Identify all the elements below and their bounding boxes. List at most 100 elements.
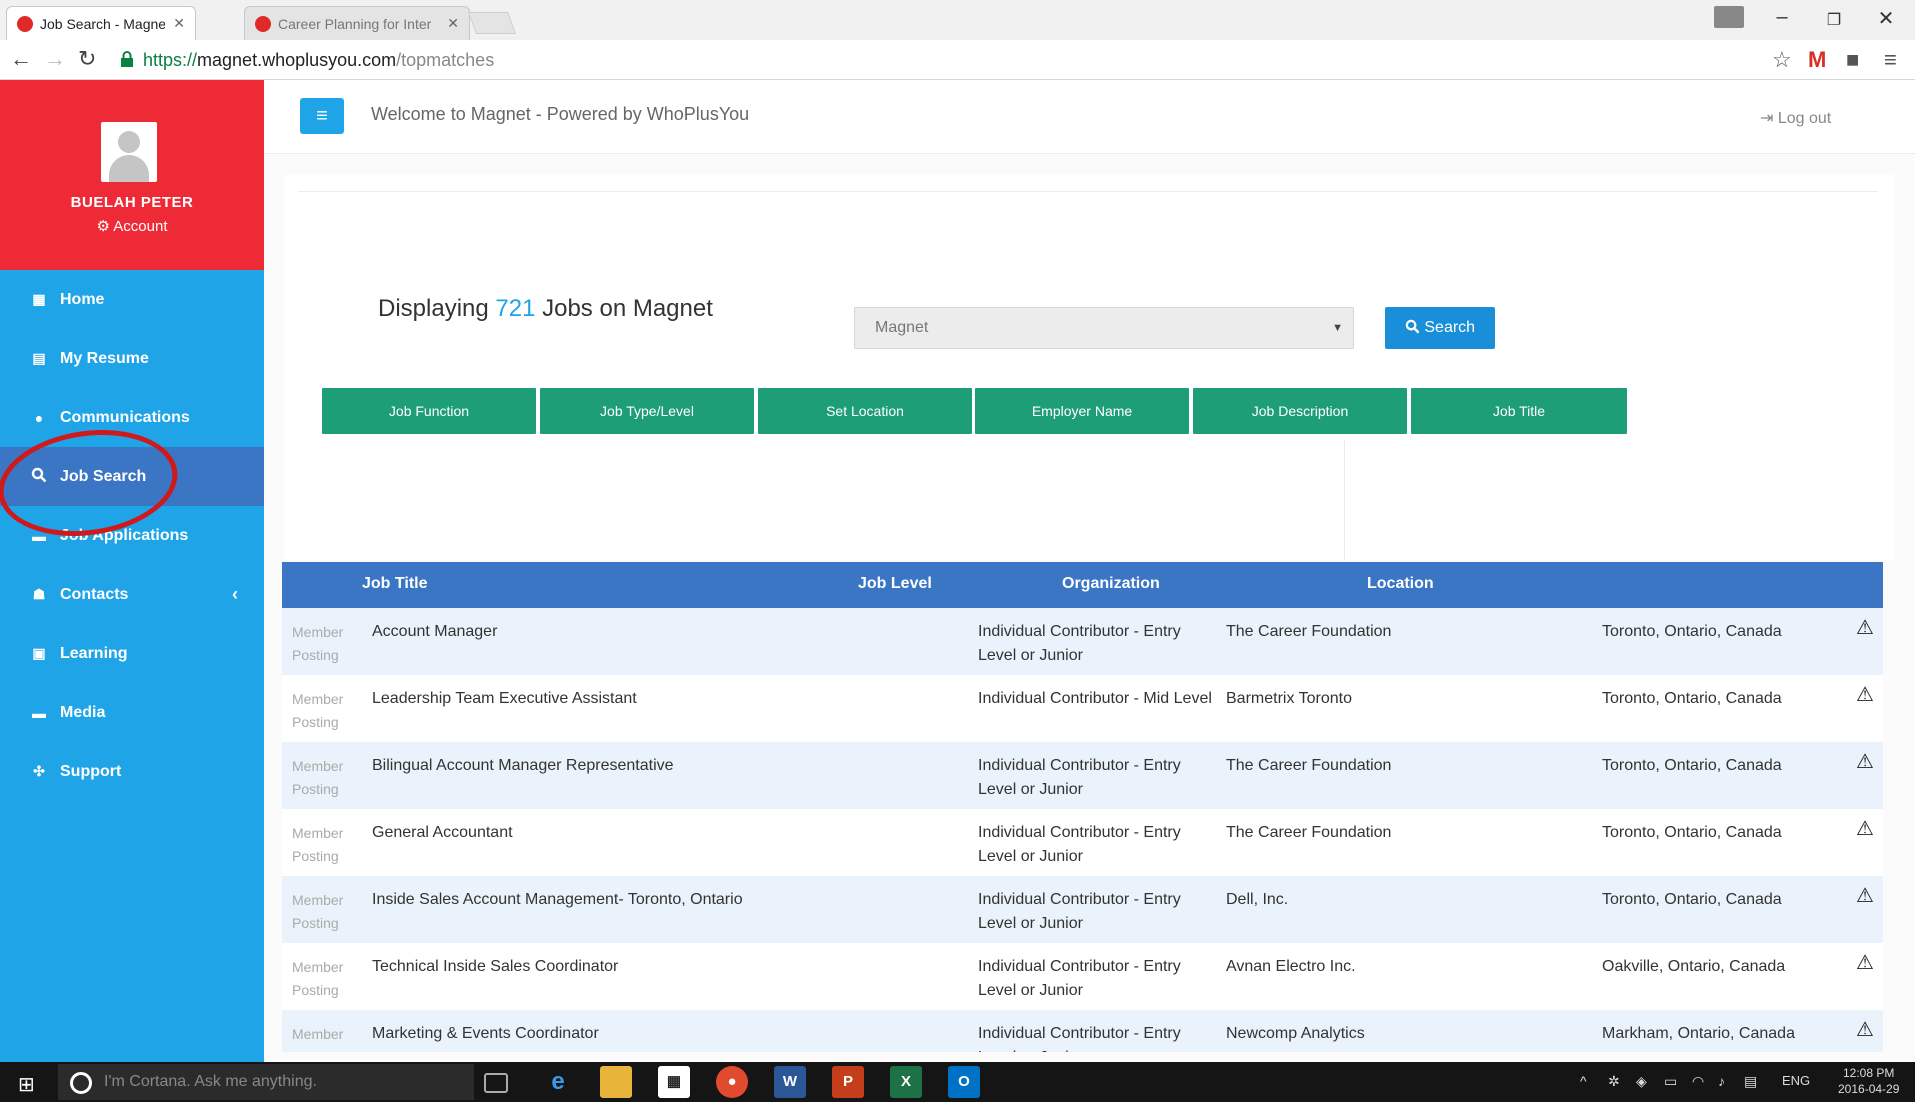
job-title[interactable]: General Accountant — [372, 821, 962, 845]
chrome-icon[interactable]: ● — [716, 1066, 748, 1098]
job-title[interactable]: Inside Sales Account Management- Toronto… — [372, 888, 962, 912]
powerpoint-icon[interactable]: P — [832, 1066, 864, 1098]
table-row[interactable]: Member Posting Technical Inside Sales Co… — [282, 943, 1883, 1010]
account-link[interactable]: ⚙ Account — [0, 217, 264, 235]
sidebar-item-media[interactable]: ▬ Media — [0, 683, 264, 742]
location: Toronto, Ontario, Canada — [1602, 690, 1782, 707]
warning-icon[interactable]: ⚠ — [1856, 683, 1878, 707]
column-header-job-title[interactable]: Job Title — [362, 575, 428, 593]
file-explorer-icon[interactable] — [600, 1066, 632, 1098]
filter-job-description-button[interactable]: Job Description — [1193, 388, 1407, 434]
sidebar-item-home[interactable]: ▦ Home — [0, 270, 264, 329]
filter-set-location-button[interactable]: Set Location — [758, 388, 972, 434]
posting-source: Member Posting — [292, 691, 344, 730]
magnet-favicon-icon — [17, 15, 33, 32]
job-title[interactable]: Marketing & Events Coordinator — [372, 1022, 962, 1046]
language-indicator[interactable]: ENG — [1782, 1073, 1810, 1088]
sync-icon[interactable]: ✲ — [1608, 1073, 1620, 1090]
task-view-icon[interactable] — [484, 1073, 508, 1093]
table-row[interactable]: Member Posting General Accountant Indivi… — [282, 809, 1883, 876]
clock[interactable]: 12:08 PM 2016-04-29 — [1838, 1065, 1899, 1097]
back-icon[interactable]: ← — [10, 46, 32, 72]
reload-icon[interactable]: ↻ — [78, 46, 96, 72]
sidebar-item-my-resume[interactable]: ▤ My Resume — [0, 329, 264, 388]
job-title[interactable]: Technical Inside Sales Coordinator — [372, 955, 962, 979]
battery-icon[interactable]: ▭ — [1664, 1073, 1677, 1090]
store-icon[interactable]: ▦ — [658, 1066, 690, 1098]
table-row[interactable]: Member Posting Account Manager Individua… — [282, 608, 1883, 675]
warning-icon[interactable]: ⚠ — [1856, 817, 1878, 841]
menu-toggle-button[interactable]: ≡ — [300, 98, 344, 134]
chevron-left-icon[interactable]: ‹ — [232, 584, 238, 605]
warning-icon[interactable]: ⚠ — [1856, 616, 1878, 640]
word-icon[interactable]: W — [774, 1066, 806, 1098]
organization: The Career Foundation — [1226, 824, 1392, 841]
support-icon: ✣ — [33, 763, 45, 779]
browser-tab-inactive[interactable]: Career Planning for Inter ✕ — [244, 6, 470, 40]
windows-start-icon[interactable]: ⊞ — [18, 1072, 35, 1097]
warning-icon[interactable]: ⚠ — [1856, 1018, 1878, 1042]
url-field[interactable]: https://magnet.whoplusyou.com/topmatches — [143, 50, 494, 71]
posting-source: Member Posting — [292, 758, 344, 797]
job-title[interactable]: Leadership Team Executive Assistant — [372, 687, 962, 711]
divider — [1344, 440, 1345, 560]
sidebar-item-communications[interactable]: ● Communications — [0, 388, 264, 447]
column-header-job-level[interactable]: Job Level — [858, 575, 932, 593]
profile-icon[interactable] — [1714, 6, 1744, 28]
column-header-organization[interactable]: Organization — [1062, 575, 1160, 593]
action-center-icon[interactable]: ▤ — [1744, 1073, 1757, 1090]
network-icon[interactable]: ◈ — [1636, 1073, 1647, 1090]
new-tab-button[interactable] — [467, 12, 517, 34]
divider — [298, 191, 1878, 192]
user-name: BUELAH PETER — [70, 194, 194, 211]
search-button[interactable]: Search — [1385, 307, 1495, 349]
wifi-icon[interactable]: ◠ — [1692, 1073, 1704, 1090]
job-source-select[interactable]: Magnet ▼ — [854, 307, 1354, 349]
table-row[interactable]: Member Posting Inside Sales Account Mana… — [282, 876, 1883, 943]
volume-icon[interactable]: ♪ — [1718, 1073, 1725, 1089]
close-tab-icon[interactable]: ✕ — [447, 15, 459, 32]
minimize-icon[interactable]: – — [1762, 6, 1802, 29]
forward-icon[interactable]: → — [44, 46, 66, 72]
sidebar-item-label: Support — [60, 762, 122, 780]
gmail-extension-icon[interactable]: M — [1808, 47, 1826, 73]
search-label: Search — [1424, 319, 1476, 336]
sidebar-item-job-search[interactable]: Job Search — [0, 447, 264, 506]
close-tab-icon[interactable]: ✕ — [173, 15, 185, 32]
warning-icon[interactable]: ⚠ — [1856, 951, 1878, 975]
table-header: Job Title Job Level Organization Locatio… — [282, 562, 1883, 608]
outlook-icon[interactable]: O — [948, 1066, 980, 1098]
bookmark-star-icon[interactable]: ☆ — [1772, 47, 1792, 73]
sidebar-item-contacts[interactable]: ☗ Contacts ‹ — [0, 565, 264, 624]
url-host: magnet.whoplusyou.com — [197, 50, 397, 70]
restore-icon[interactable]: ❐ — [1814, 10, 1854, 30]
excel-icon[interactable]: X — [890, 1066, 922, 1098]
warning-icon[interactable]: ⚠ — [1856, 750, 1878, 774]
sidebar-item-learning[interactable]: ▣ Learning — [0, 624, 264, 683]
edge-icon[interactable]: e — [542, 1066, 574, 1098]
extension-icon[interactable]: ■ — [1846, 47, 1859, 73]
avatar[interactable] — [101, 122, 157, 182]
logout-link[interactable]: ⇥ Log out — [1760, 108, 1831, 128]
close-window-icon[interactable]: ✕ — [1866, 6, 1906, 31]
show-hidden-icons-icon[interactable]: ^ — [1580, 1073, 1587, 1089]
table-row[interactable]: Member Posting Bilingual Account Manager… — [282, 742, 1883, 809]
location: Oakville, Ontario, Canada — [1602, 958, 1786, 975]
browser-tab-active[interactable]: Job Search - Magnet - Wi ✕ — [6, 6, 196, 40]
table-row[interactable]: Member Posting Marketing & Events Coordi… — [282, 1010, 1883, 1052]
sidebar-item-job-applications[interactable]: ▬ Job Applications — [0, 506, 264, 565]
job-title[interactable]: Account Manager — [372, 620, 962, 644]
column-header-location[interactable]: Location — [1367, 575, 1434, 593]
filter-job-title-button[interactable]: Job Title — [1411, 388, 1627, 434]
warning-icon[interactable]: ⚠ — [1856, 884, 1878, 908]
chrome-menu-icon[interactable]: ≡ — [1884, 47, 1897, 73]
job-level: Individual Contributor - Mid Level — [978, 690, 1212, 707]
cortana-placeholder: I'm Cortana. Ask me anything. — [104, 1073, 317, 1090]
table-row[interactable]: Member Posting Leadership Team Executive… — [282, 675, 1883, 742]
filter-job-type-level-button[interactable]: Job Type/Level — [540, 388, 754, 434]
user-profile: BUELAH PETER ⚙ Account — [0, 80, 264, 270]
filter-job-function-button[interactable]: Job Function — [322, 388, 536, 434]
sidebar-item-support[interactable]: ✣ Support — [0, 742, 264, 801]
job-title[interactable]: Bilingual Account Manager Representative — [372, 754, 962, 778]
filter-employer-name-button[interactable]: Employer Name — [975, 388, 1189, 434]
